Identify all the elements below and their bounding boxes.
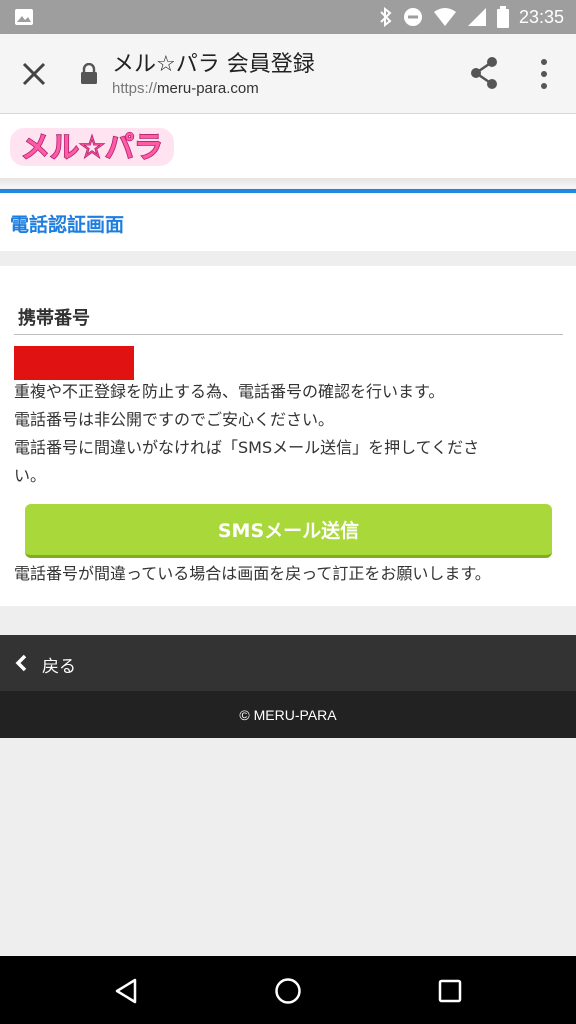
send-sms-button[interactable]: SMSメール送信 bbox=[25, 504, 552, 558]
section-header: 電話認証画面 bbox=[0, 193, 576, 251]
header-shadow bbox=[0, 178, 576, 188]
system-nav-bar bbox=[0, 956, 576, 1024]
section-title: 電話認証画面 bbox=[10, 214, 125, 236]
nav-back-icon[interactable] bbox=[114, 978, 138, 1004]
url-host: meru-para.com bbox=[157, 80, 259, 97]
divider bbox=[14, 334, 563, 335]
chevron-left-icon bbox=[15, 654, 27, 672]
phone-number-redacted bbox=[14, 346, 134, 380]
page-url: https://meru-para.com bbox=[112, 80, 259, 97]
wifi-icon bbox=[433, 8, 456, 26]
signal-icon bbox=[467, 8, 486, 26]
description-line-3: 電話番号に間違いがなければ「SMSメール送信」を押してくださ い。 bbox=[14, 438, 480, 485]
more-options-icon[interactable] bbox=[532, 56, 556, 92]
browser-toolbar: メル☆パラ 会員登録 https://meru-para.com bbox=[0, 34, 576, 114]
status-bar: 23:35 bbox=[0, 0, 576, 34]
phone-verification-form: 携帯番号 重複や不正登録を防止する為、電話番号の確認を行います。 電話番号は非公… bbox=[0, 266, 576, 606]
share-icon[interactable] bbox=[468, 56, 500, 90]
site-logo[interactable]: メル☆パラ bbox=[8, 124, 176, 170]
footer-copyright: © MERU-PARA bbox=[0, 691, 576, 738]
bluetooth-icon bbox=[380, 7, 392, 27]
description-line-2: 電話番号は非公開ですのでご安心ください。 bbox=[14, 410, 335, 429]
description-line-1: 重複や不正登録を防止する為、電話番号の確認を行います。 bbox=[14, 382, 445, 401]
lock-icon bbox=[81, 63, 97, 84]
do-not-disturb-icon bbox=[403, 8, 422, 26]
image-icon bbox=[15, 9, 33, 25]
close-icon[interactable] bbox=[20, 60, 48, 88]
logo-text: メル☆パラ bbox=[21, 130, 163, 164]
status-time: 23:35 bbox=[518, 6, 564, 27]
url-scheme: https:// bbox=[112, 80, 158, 97]
battery-icon bbox=[496, 6, 509, 28]
nav-home-icon[interactable] bbox=[274, 977, 302, 1005]
back-link[interactable]: 戻る bbox=[0, 635, 576, 691]
back-label: 戻る bbox=[42, 657, 76, 677]
phone-label: 携帯番号 bbox=[18, 308, 90, 329]
site-header: メル☆パラ bbox=[0, 114, 576, 178]
nav-recents-icon[interactable] bbox=[438, 979, 462, 1003]
correction-note: 電話番号が間違っている場合は画面を戻って訂正をお願いします。 bbox=[14, 564, 491, 583]
page-title: メル☆パラ 会員登録 bbox=[112, 52, 315, 77]
